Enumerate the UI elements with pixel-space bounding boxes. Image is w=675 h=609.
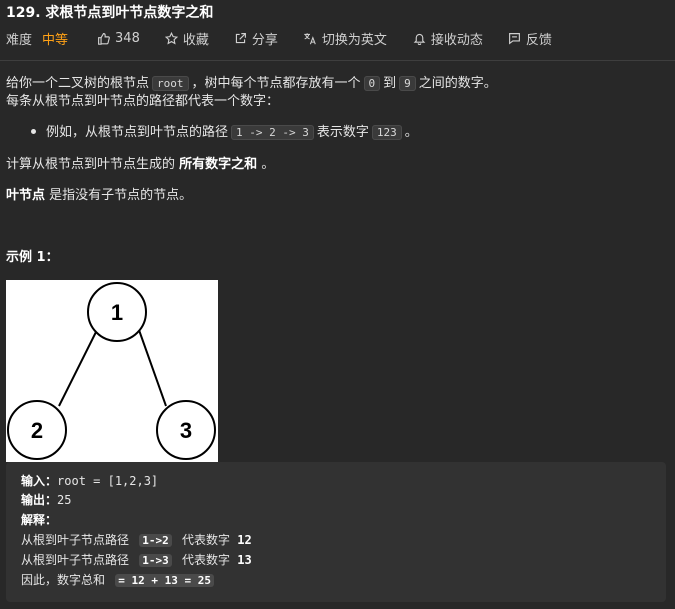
like-count: 348 bbox=[115, 30, 140, 46]
inline-code: root bbox=[152, 76, 189, 91]
tree-edge-right bbox=[138, 329, 167, 407]
example-explain-line-1: 从根到叶子节点路径 1->2 代表数字 12 bbox=[21, 533, 252, 547]
tree-node-root: 1 bbox=[87, 282, 147, 342]
example-explain-label: 解释： bbox=[21, 513, 58, 527]
example-heading: 示例 1： bbox=[6, 250, 59, 265]
tree-edge-left bbox=[58, 329, 98, 407]
feedback-button[interactable]: 反馈 bbox=[508, 29, 552, 48]
example-output-line: 输出：25 bbox=[21, 493, 72, 507]
svg-text:3: 3 bbox=[180, 418, 192, 443]
feedback-icon bbox=[508, 32, 520, 45]
tree-node-right: 3 bbox=[156, 400, 216, 460]
share-icon bbox=[235, 32, 246, 43]
tree-node-left: 2 bbox=[7, 400, 67, 460]
example-tree-image: 1 2 3 bbox=[6, 280, 218, 462]
bell-icon bbox=[413, 33, 426, 45]
share-label: 分享 bbox=[251, 32, 278, 48]
header-divider bbox=[0, 60, 675, 61]
inline-code: 0 bbox=[363, 76, 381, 91]
share-button[interactable]: 分享 bbox=[234, 29, 278, 48]
favorite-label: 收藏 bbox=[182, 32, 209, 48]
desc-paragraph-4: 叶节点 是指没有子节点的节点。 bbox=[6, 188, 193, 203]
problem-meta-bar: 难度 中等 348 收藏 分享 切换为英文 接收动态 反馈 bbox=[6, 29, 552, 48]
example-input-line: 输入：root = [1,2,3] bbox=[21, 474, 159, 488]
star-icon bbox=[164, 31, 178, 45]
difficulty-label: 难度 bbox=[6, 32, 33, 48]
like-button[interactable]: 348 bbox=[97, 31, 140, 46]
thumbs-up-icon bbox=[98, 32, 110, 45]
svg-text:2: 2 bbox=[31, 418, 43, 443]
translate-button[interactable]: 切换为英文 bbox=[303, 29, 387, 48]
inline-code: 9 bbox=[399, 76, 416, 91]
desc-bullet-item: 例如，从根节点到叶节点的路径 1 -> 2 -> 3 表示数字 123。 bbox=[6, 123, 418, 143]
inline-code: 1 -> 2 -> 3 bbox=[231, 125, 314, 140]
svg-text:1: 1 bbox=[111, 300, 123, 325]
bullet-dot bbox=[31, 129, 36, 134]
desc-paragraph-1: 给你一个二叉树的根节点 root ，树中每个节点都存放有一个 0 到 9 之间的数字。 bbox=[6, 76, 497, 91]
problem-title: 129. 求根节点到叶节点数字之和 bbox=[6, 5, 214, 21]
difficulty-badge: 中等 bbox=[42, 32, 69, 48]
feedback-label: 反馈 bbox=[525, 32, 552, 48]
notify-button[interactable]: 接收动态 bbox=[413, 29, 483, 48]
desc-paragraph-2: 每条从根节点到叶节点的路径都代表一个数字： bbox=[6, 94, 280, 109]
binary-tree-diagram: 1 2 3 bbox=[7, 282, 216, 460]
example-explain-line-2: 从根到叶子节点路径 1->3 代表数字 13 bbox=[21, 553, 252, 567]
translate-label: 切换为英文 bbox=[321, 32, 387, 48]
translate-icon bbox=[304, 32, 316, 44]
notify-label: 接收动态 bbox=[430, 32, 483, 48]
example-code-block: 输入：root = [1,2,3] 输出：25 解释： 从根到叶子节点路径 1-… bbox=[6, 462, 666, 602]
example-explain-line-3: 因此，数字总和 = 12 + 13 = 25 bbox=[21, 571, 217, 590]
inline-code: 123 bbox=[371, 125, 402, 140]
desc-paragraph-3: 计算从根节点到叶节点生成的 所有数字之和 。 bbox=[6, 157, 275, 172]
favorite-button[interactable]: 收藏 bbox=[164, 29, 209, 48]
